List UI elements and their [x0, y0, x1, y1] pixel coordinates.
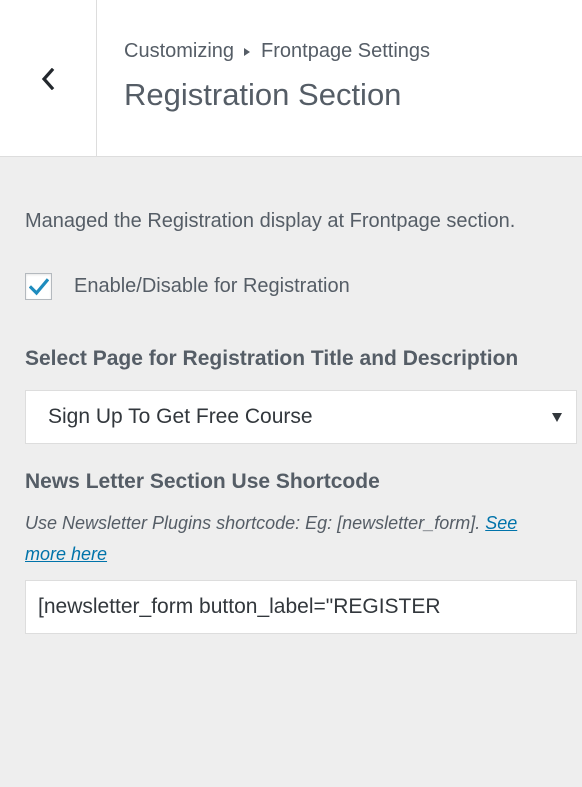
breadcrumb-parent: Frontpage Settings: [261, 40, 431, 62]
chevron-left-icon: [41, 67, 55, 90]
breadcrumb: Customizing Frontpage Settings: [124, 40, 430, 63]
section-title: Registration Section: [124, 77, 402, 112]
customizer-header: Customizing Frontpage Settings Registrat…: [0, 0, 582, 157]
enable-registration-toggle[interactable]: Enable/Disable for Registration: [25, 273, 577, 300]
breadcrumb-separator-icon: [244, 47, 251, 56]
breadcrumb-prefix: Customizing: [124, 40, 235, 62]
page-select-dropdown[interactable]: Sign Up To Get Free Course: [25, 390, 577, 444]
enable-registration-checkbox[interactable]: [25, 273, 52, 300]
newsletter-shortcode-input[interactable]: [25, 580, 577, 634]
dropdown-arrow-icon: [552, 413, 562, 422]
section-description: Managed the Registration display at Fron…: [25, 210, 516, 232]
checkmark-icon: [28, 277, 49, 295]
back-button[interactable]: [0, 0, 97, 157]
newsletter-title: News Letter Section Use Shortcode: [25, 470, 380, 493]
newsletter-description-text: Use Newsletter Plugins shortcode: Eg: [n…: [25, 513, 481, 533]
page-select-value: Sign Up To Get Free Course: [48, 405, 313, 428]
section-content: Managed the Registration display at Fron…: [25, 157, 577, 634]
enable-registration-label: Enable/Disable for Registration: [74, 275, 350, 297]
newsletter-description: Use Newsletter Plugins shortcode: Eg: [n…: [25, 508, 555, 570]
page-select-title: Select Page for Registration Title and D…: [25, 347, 519, 370]
header-text: Customizing Frontpage Settings Registrat…: [124, 40, 430, 113]
